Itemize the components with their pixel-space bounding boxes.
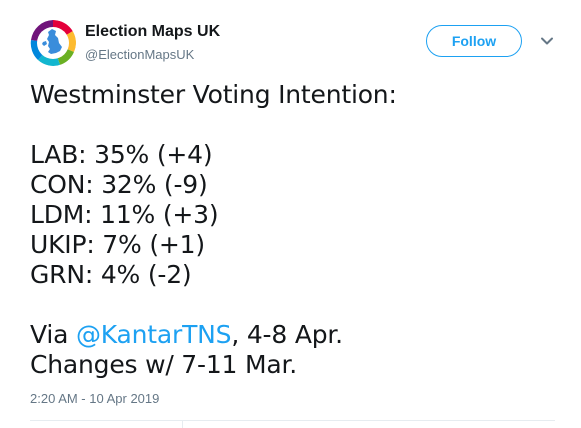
via-prefix: Via (30, 320, 76, 349)
result-con: CON: 32% (-9) (30, 170, 208, 199)
mention-link[interactable]: @KantarTNS (76, 320, 232, 349)
tweet-heading: Westminster Voting Intention: (30, 80, 397, 109)
result-lab: LAB: 35% (+4) (30, 140, 213, 169)
via-suffix: , 4-8 Apr. (231, 320, 343, 349)
result-ukip: UKIP: 7% (+1) (30, 230, 205, 259)
follow-button[interactable]: Follow (426, 25, 522, 57)
result-ldm: LDM: 11% (+3) (30, 200, 219, 229)
result-grn: GRN: 4% (-2) (30, 260, 192, 289)
tweet-timestamp[interactable]: 2:20 AM - 10 Apr 2019 (30, 391, 159, 406)
tweet-card: Election Maps UK @ElectionMapsUK Follow … (0, 0, 581, 428)
account-name[interactable]: Election Maps UK (85, 23, 220, 41)
tweet-header: Election Maps UK @ElectionMapsUK Follow (30, 20, 560, 68)
avatar[interactable] (30, 20, 76, 66)
tweet-text: Westminster Voting Intention: LAB: 35% (… (30, 80, 555, 380)
uk-map-logo-icon (30, 20, 76, 66)
via-line: Via @KantarTNS, 4-8 Apr. (30, 320, 555, 350)
divider (182, 421, 183, 428)
changes-note: Changes w/ 7-11 Mar. (30, 350, 298, 379)
divider (30, 420, 555, 421)
chevron-down-icon[interactable] (540, 34, 554, 48)
account-handle[interactable]: @ElectionMapsUK (85, 47, 194, 62)
